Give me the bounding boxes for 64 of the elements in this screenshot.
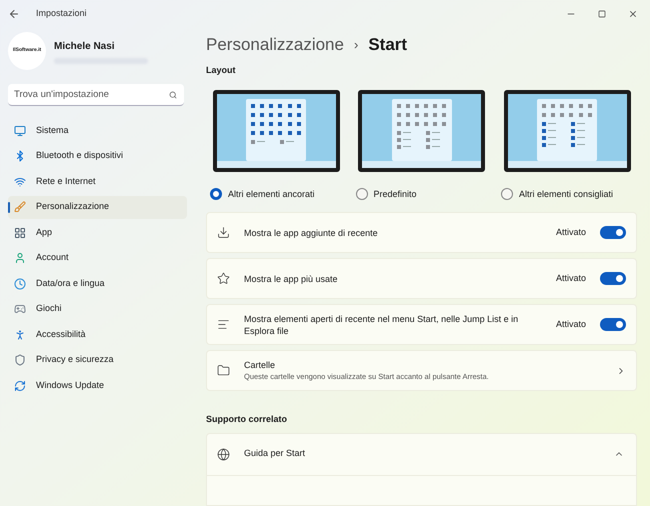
sidebar-item[interactable]: Data/ora e lingua: [8, 272, 187, 295]
user-name: Michele Nasi: [54, 40, 116, 54]
sidebar-item[interactable]: Windows Update: [8, 374, 187, 397]
setting-label: Cartelle: [244, 358, 276, 371]
radio-button[interactable]: [356, 188, 368, 200]
gamepad-icon: [14, 303, 26, 315]
search-field[interactable]: Trova un'impostazione: [8, 84, 184, 106]
section-heading: Layout: [206, 64, 237, 77]
app-grid-icon: [14, 226, 26, 238]
toggle-switch[interactable]: [600, 272, 626, 285]
help-card[interactable]: Guida per Start: [206, 432, 637, 506]
setting-label: Mostra le app aggiunte di recente: [244, 226, 379, 238]
toggle-switch[interactable]: [600, 318, 626, 331]
lines-icon: [217, 318, 230, 331]
help-label: Guida per Start: [244, 447, 306, 460]
star-icon: [217, 272, 230, 285]
radio-label: Altri elementi ancorati: [228, 188, 315, 200]
toggle-switch[interactable]: [600, 226, 626, 239]
selection-indicator: [8, 202, 10, 212]
settings-card[interactable]: Mostra elementi aperti di recente nel menu Start, nelle Jump List e in Esplora file Attivato: [206, 304, 637, 345]
sidebar-item[interactable]: Giochi: [8, 298, 187, 320]
setting-label: Mostra le app più usate: [244, 272, 339, 284]
settings-card[interactable]: Mostra le app aggiunte di recente Attivato: [206, 212, 637, 253]
toggle-state-text: Attivato: [556, 226, 586, 239]
toggle-state-text: Attivato: [556, 318, 586, 331]
sidebar-item[interactable]: Accessibilità: [8, 323, 187, 346]
sidebar-item[interactable]: Account: [8, 246, 187, 270]
breadcrumb-separator: ›: [354, 36, 358, 54]
sidebar-item[interactable]: Bluetooth e dispositivi: [8, 144, 187, 168]
user-icon: [14, 252, 26, 264]
search-icon[interactable]: [169, 91, 177, 99]
update-icon: [14, 380, 26, 392]
sidebar-item[interactable]: Rete e Internet: [8, 170, 187, 193]
radio-button[interactable]: [501, 188, 513, 200]
brush-icon: [14, 201, 26, 213]
back-icon[interactable]: [8, 8, 20, 20]
start-layout-preview[interactable]: [504, 90, 630, 172]
radio-label: Altri elementi consigliati: [519, 188, 614, 201]
bluetooth-icon: [14, 150, 26, 162]
sidebar-item[interactable]: Personalizzazione: [8, 196, 187, 218]
sidebar-item[interactable]: Privacy e sicurezza: [8, 348, 187, 372]
shield-icon: [14, 354, 26, 366]
radio-button[interactable]: [210, 188, 222, 200]
close-icon[interactable]: [628, 9, 638, 19]
breadcrumb-current: Start: [368, 34, 408, 56]
monitor-icon: [14, 124, 26, 136]
download-icon: [217, 226, 230, 239]
sidebar-item[interactable]: Sistema: [8, 119, 187, 142]
clock-icon: [14, 278, 26, 290]
wifi-icon: [14, 176, 26, 188]
toggle-state-text: Attivato: [556, 272, 586, 285]
breadcrumb-parent[interactable]: Personalizzazione: [206, 32, 344, 58]
radio-label: Predefinito: [374, 188, 417, 200]
globe-icon: [217, 448, 230, 460]
window-title: Impostazioni: [36, 7, 87, 20]
section-heading: Supporto correlato: [206, 413, 288, 426]
start-layout-preview[interactable]: [358, 90, 485, 172]
start-layout-preview[interactable]: [212, 90, 340, 172]
setting-label: Mostra elementi aperti di recente nel menu Start, nelle Jump List e in Esplora file: [244, 312, 520, 336]
folder-icon: [217, 364, 230, 377]
accessibility-icon: [14, 328, 26, 340]
sidebar-item[interactable]: App: [8, 221, 187, 244]
maximize-icon[interactable]: [598, 10, 606, 18]
settings-card[interactable]: Mostra le app più usate Attivato: [206, 258, 637, 299]
